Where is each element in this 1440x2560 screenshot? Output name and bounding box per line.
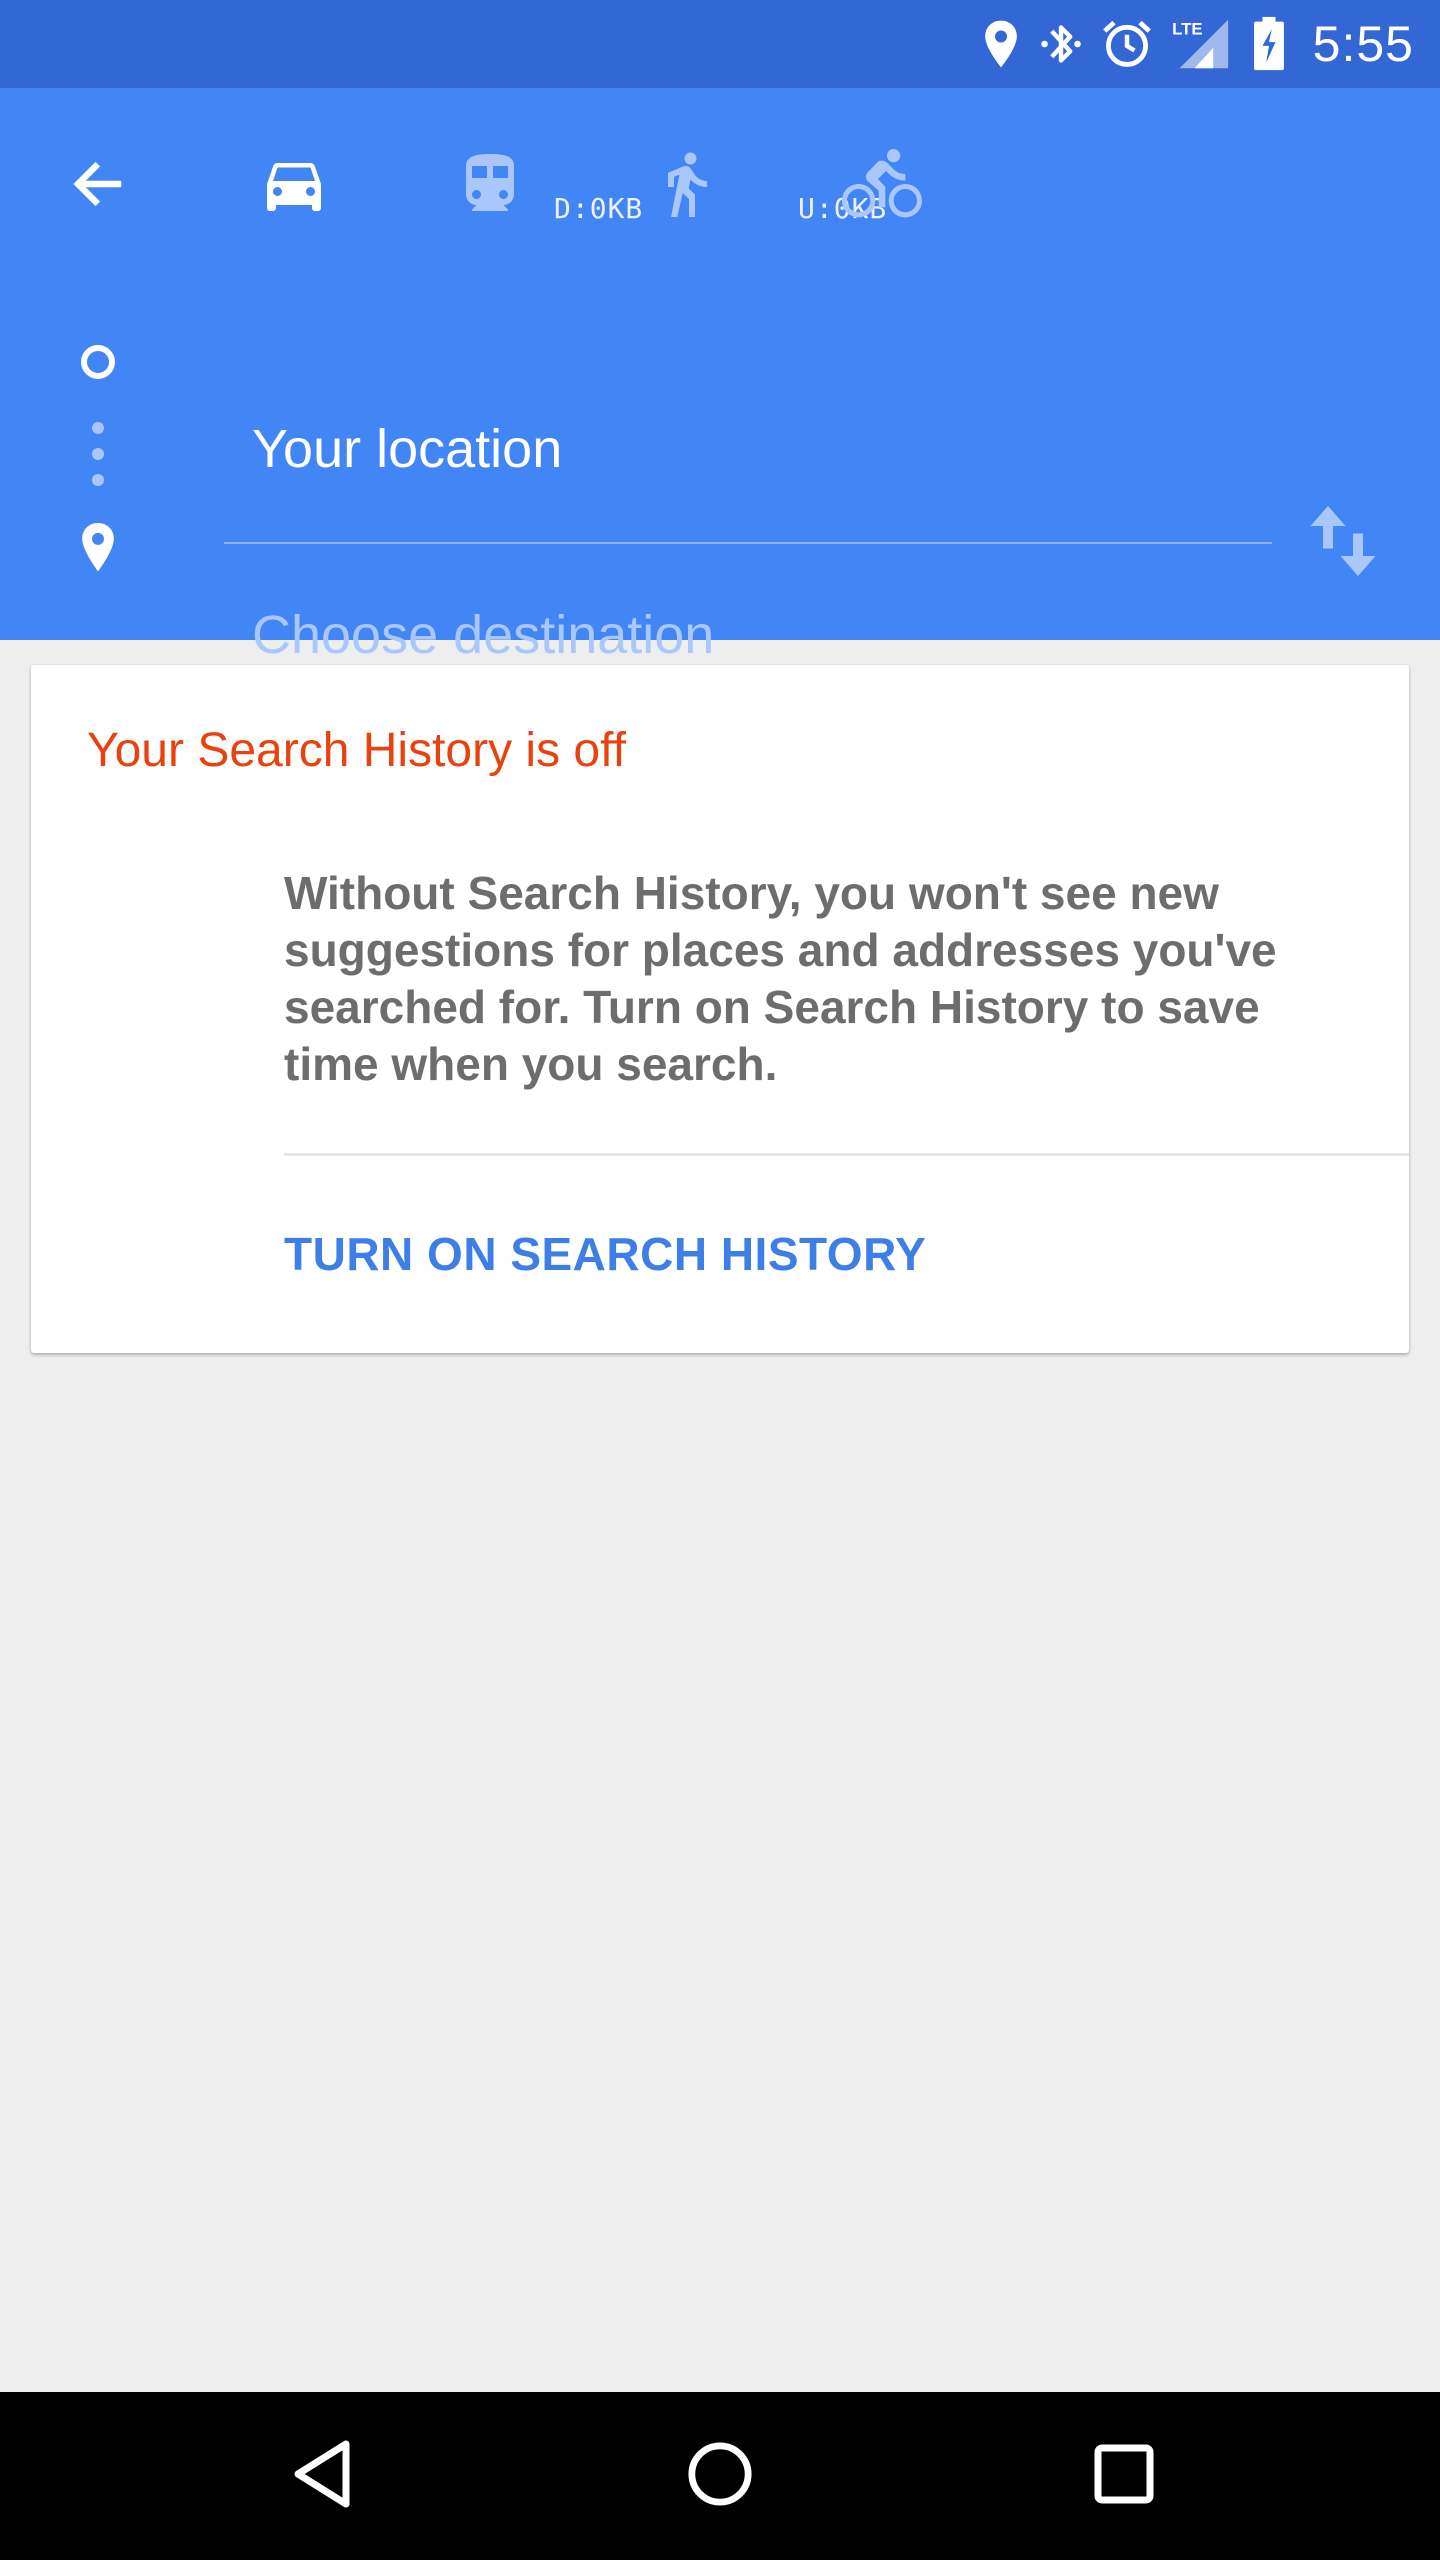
svg-text:LTE: LTE — [1172, 20, 1202, 39]
alarm-icon — [1101, 18, 1153, 70]
mode-transit-button[interactable] — [440, 136, 540, 236]
back-button[interactable] — [50, 138, 146, 234]
route-dots-icon — [88, 418, 108, 503]
bluetooth-icon — [1039, 18, 1083, 70]
download-speed-overlay: D:0KB — [554, 192, 644, 225]
mode-walking-button[interactable] — [636, 136, 736, 236]
status-time: 5:55 — [1312, 16, 1414, 72]
status-icons: LTE 5:55 — [981, 0, 1414, 88]
destination-pin-icon — [78, 520, 118, 581]
route-divider — [224, 542, 1272, 544]
nav-recents-button[interactable] — [1064, 2416, 1184, 2536]
nav-home-icon — [687, 2441, 753, 2512]
bike-icon — [842, 144, 922, 229]
car-icon — [258, 148, 330, 225]
origin-field[interactable]: Your location — [252, 418, 562, 480]
back-arrow-icon — [68, 154, 128, 219]
train-icon — [454, 148, 526, 225]
battery-charging-icon — [1251, 16, 1287, 72]
mode-driving-button[interactable] — [244, 136, 344, 236]
swap-button[interactable] — [1290, 490, 1396, 596]
system-nav-bar — [0, 2392, 1440, 2560]
card-divider — [284, 1153, 1409, 1156]
nav-back-button[interactable] — [262, 2416, 382, 2536]
location-icon — [981, 18, 1021, 70]
lte-signal-icon: LTE — [1171, 16, 1233, 72]
destination-field[interactable]: Choose destination — [252, 604, 714, 666]
nav-back-icon — [290, 2438, 354, 2515]
swap-icon — [1308, 503, 1378, 584]
card-body-text: Without Search History, you won't see ne… — [284, 867, 1277, 1090]
turn-on-search-history-button[interactable]: TURN ON SEARCH HISTORY — [284, 1227, 926, 1281]
status-bar: LTE 5:55 — [0, 0, 1440, 88]
mode-cycling-button[interactable] — [832, 136, 932, 236]
walk-icon — [650, 148, 722, 225]
card-title: Your Search History is off — [87, 724, 626, 777]
nav-recents-icon — [1094, 2444, 1154, 2509]
nav-home-button[interactable] — [660, 2416, 780, 2536]
directions-header: D:0KB U:0KB Your location Choose destina… — [0, 88, 1440, 665]
search-history-card: Your Search History is off Without Searc… — [31, 665, 1409, 1353]
origin-marker-icon — [78, 342, 118, 387]
